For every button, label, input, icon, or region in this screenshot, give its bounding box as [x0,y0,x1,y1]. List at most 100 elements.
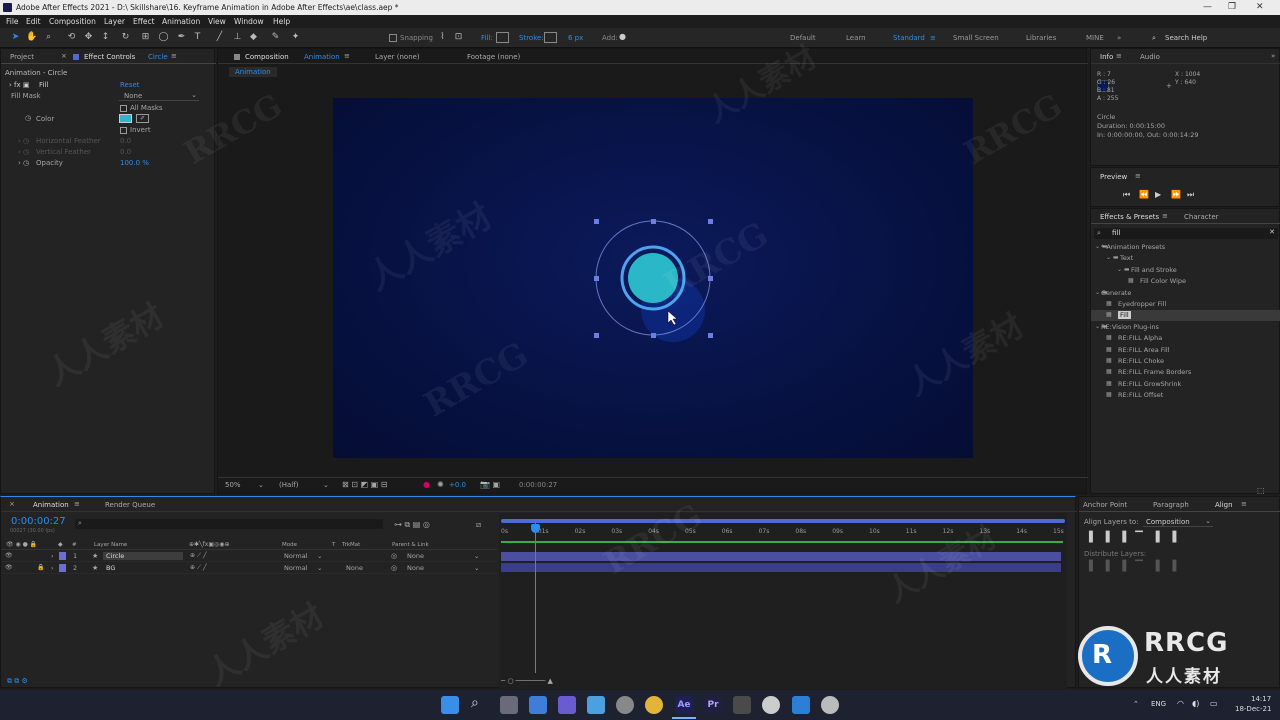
menu-help[interactable]: Help [273,17,290,26]
table-row[interactable]: 👁 › 1 ★ Circle ⊕ ⟋ ╱ Normal ⌄ ◎ None ⌄ [1,551,497,562]
bbox-handle-br[interactable] [708,333,713,338]
timeline-search-field[interactable]: ⌕ [75,519,383,529]
workspace-libraries[interactable]: Libraries [1026,34,1056,42]
fill-color-swatch[interactable] [119,114,132,123]
clear-search-icon[interactable]: ✕ [1269,228,1275,236]
chrome-icon[interactable] [645,696,663,714]
stroke-swatch[interactable] [544,32,557,43]
h-feather-value[interactable]: 0.0 [120,137,131,145]
prev-frame-icon[interactable]: ⏪ [1139,190,1149,199]
label-color-swatch[interactable] [59,563,66,572]
tab-close-icon[interactable]: × [9,500,15,508]
panel-overflow-icon[interactable]: » [1271,52,1275,60]
bbox-handle-ml[interactable] [594,276,599,281]
fill-mask-dropdown[interactable]: None ⌄ [119,91,199,101]
effects-tree-item[interactable]: ▦ Fill [1091,310,1280,322]
v-feather-expand-icon[interactable]: › ◷ [18,148,29,156]
language-indicator[interactable]: ENG [1151,700,1166,708]
snap-grid-icon[interactable]: ⊡ [453,32,464,43]
ellipse-tool-icon[interactable]: ◯ [158,32,169,43]
snap-icon[interactable]: ⌇ [437,32,448,43]
play-icon[interactable]: ▶ [1155,190,1161,199]
expand-icon[interactable]: › [51,552,54,560]
tab-info[interactable]: Info [1100,53,1113,61]
dolly-tool-icon[interactable]: ↕ [100,32,111,43]
exposure-value[interactable]: +0.0 [449,481,466,489]
tab-timeline[interactable]: Animation [33,501,69,509]
color-channels-icon[interactable]: ● [423,480,430,489]
menu-animation[interactable]: Animation [162,17,200,26]
bbox-handle-bc[interactable] [651,333,656,338]
layer-name[interactable]: Circle [103,552,183,560]
zoom-tool-icon[interactable]: ⌕ [43,32,54,43]
after-effects-icon[interactable]: Ae [675,696,693,714]
expand-icon[interactable]: › [51,564,54,572]
pen-tool-icon[interactable]: ✒ [176,32,187,43]
mode-dropdown[interactable]: Normal [284,552,308,560]
menu-window[interactable]: Window [234,17,264,26]
all-masks-checkbox[interactable] [120,105,127,112]
workspace-menu-icon[interactable]: ≡ [930,34,936,42]
bbox-handle-bl[interactable] [594,333,599,338]
stopwatch-icon[interactable]: ◷ [25,114,31,122]
opacity-expand-icon[interactable]: › ◷ [18,159,29,167]
clone-stamp-tool-icon[interactable]: ⊥ [232,32,243,43]
panel-expand-icon[interactable]: ⬚ [1257,486,1265,495]
pan-tool-icon[interactable]: ✥ [83,32,94,43]
graph-editor-icon[interactable]: ⧄ [476,520,481,530]
parent-chevron-icon[interactable]: ⌄ [474,564,479,572]
brush-tool-icon[interactable]: ╱ [214,32,225,43]
tab-paragraph[interactable]: Paragraph [1153,501,1189,509]
parent-dropdown[interactable]: None [407,564,424,572]
align-buttons-icon[interactable]: ▐▐▐▔▐▐ [1085,532,1185,543]
panel-menu-icon[interactable]: ≡ [344,52,350,60]
snapshot-icon[interactable]: 📷 ▣ [480,480,500,489]
res-chevron-icon[interactable]: ⌄ [323,481,329,489]
tab-composition[interactable]: Composition [245,53,289,61]
eraser-tool-icon[interactable]: ◆ [248,32,259,43]
parent-pickwhip-icon[interactable]: ◎ [391,564,397,572]
label-color-swatch[interactable] [59,552,66,560]
parent-dropdown[interactable]: None [407,552,424,560]
search-icon[interactable]: ⌕ [471,695,479,711]
workspace-small-screen[interactable]: Small Screen [953,34,999,42]
selection-tool-icon[interactable]: ➤ [10,32,21,43]
premiere-icon[interactable]: Pr [704,696,722,714]
table-row[interactable]: 👁 🔒 › 2 ★ BG ⊕ ⟋ ╱ Normal ⌄ None ◎ None ⌄ [1,563,497,574]
align-to-dropdown[interactable]: Composition ⌄ [1143,517,1213,527]
last-frame-icon[interactable]: ⏭ [1187,190,1194,200]
zoom-dropdown[interactable]: 50% [225,481,241,489]
app-icon[interactable] [733,696,751,714]
playhead-line[interactable] [535,523,536,673]
start-icon[interactable] [441,696,459,714]
layer-name[interactable]: BG [103,564,118,572]
close-icon[interactable]: ✕ [1256,2,1264,12]
rotate-tool-icon[interactable]: ↻ [120,32,131,43]
fill-swatch[interactable] [496,32,509,43]
effects-tree-item[interactable]: ⌄ ▬ * Animation Presets [1091,242,1280,253]
mode-chevron-icon[interactable]: ⌄ [317,552,322,560]
switches-icon[interactable]: ⊕ ⟋ ╱ [190,552,207,560]
h-feather-expand-icon[interactable]: › ◷ [18,137,29,145]
clock-app-icon[interactable] [821,696,839,714]
tab-layer[interactable]: Layer (none) [375,53,420,61]
maximize-icon[interactable]: ❐ [1228,2,1236,12]
tab-close-icon[interactable]: × [61,52,67,60]
effects-tree-item[interactable]: ▦ RE:FILL Offset [1091,390,1280,401]
panel-menu-icon[interactable]: ≡ [74,500,80,508]
wifi-icon[interactable]: ◠ [1177,699,1184,708]
bbox-handle-tl[interactable] [594,219,599,224]
task-view-icon[interactable] [500,696,518,714]
effects-tree-item[interactable]: ⌄ ▬ RE:Vision Plug-ins [1091,322,1280,333]
menu-edit[interactable]: Edit [26,17,41,26]
tab-composition-name[interactable]: Animation [304,53,340,61]
menu-layer[interactable]: Layer [104,17,125,26]
tab-character[interactable]: Character [1184,213,1219,221]
mode-chevron-icon[interactable]: ⌄ [317,564,322,572]
effects-tree-item[interactable]: ▦ RE:FILL Choke [1091,356,1280,367]
snapping-checkbox[interactable] [389,34,397,42]
eyedropper-icon[interactable]: ✐ [136,114,149,123]
zoom-slider-icon[interactable]: ─ ○ ─────── ▲ [501,677,553,685]
effect-reset-link[interactable]: Reset [120,81,140,89]
effects-search-input[interactable]: fill [1112,229,1120,237]
